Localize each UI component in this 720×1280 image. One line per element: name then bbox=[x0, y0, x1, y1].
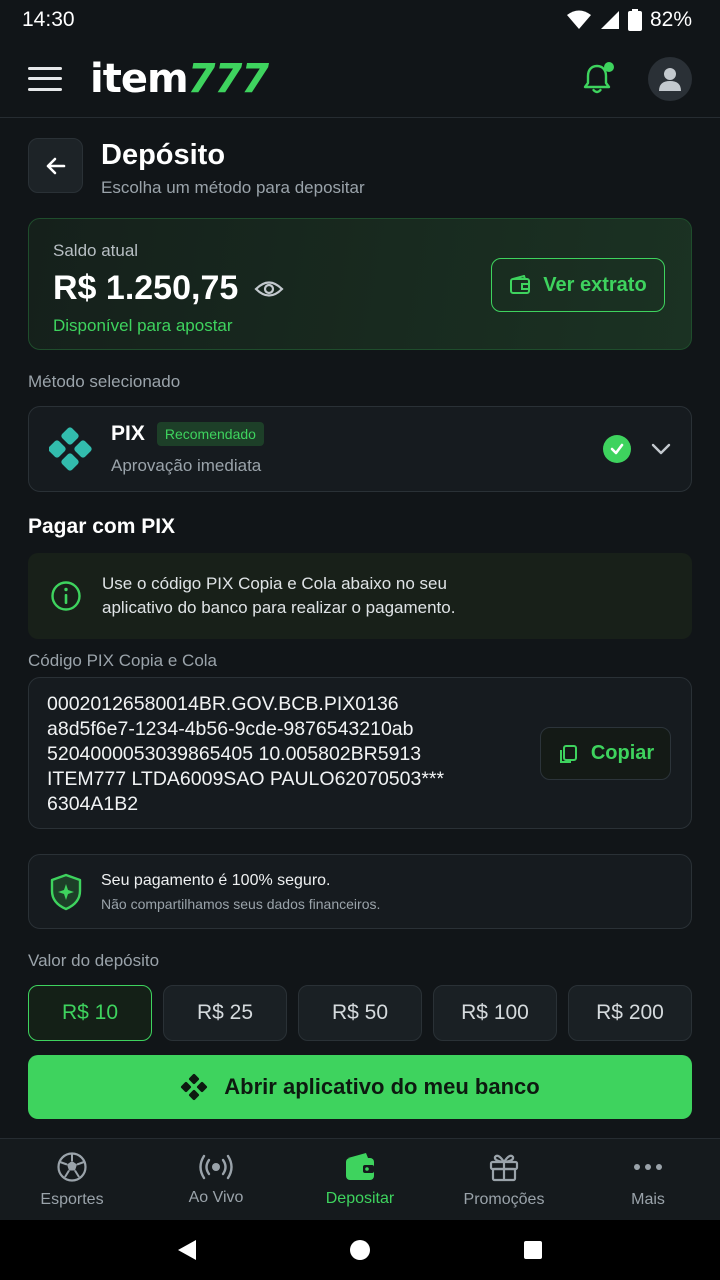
status-bar: 14:30 82% bbox=[0, 0, 720, 40]
pix-code-line: 5204000053039865405 10.005802BR5913 bbox=[47, 743, 422, 765]
amount-section-label: Valor do depósito bbox=[28, 951, 160, 970]
wifi-icon bbox=[566, 10, 591, 29]
avatar[interactable] bbox=[648, 56, 692, 101]
secure-notice: Seu pagamento é 100% seguro. Não compart… bbox=[28, 854, 692, 929]
pix-info-text: Use o código PIX Copia e Cola abaixo no … bbox=[102, 574, 456, 617]
page-title: Depósito bbox=[101, 139, 226, 171]
amount-option-25[interactable]: R$ 25 bbox=[163, 985, 287, 1041]
wallet-icon bbox=[346, 1152, 374, 1180]
wallet-icon bbox=[510, 275, 531, 294]
copy-button[interactable]: Copiar bbox=[540, 727, 671, 780]
notification-dot bbox=[604, 61, 614, 72]
method-name: PIX bbox=[111, 422, 145, 445]
pix-code[interactable]: 00020126580014BR.GOV.BCB.PIX0136 a8d5f6e… bbox=[47, 692, 507, 817]
copy-label: Copiar bbox=[590, 742, 655, 764]
more-dots-icon bbox=[634, 1163, 662, 1170]
method-subtitle: Aprovação imediata bbox=[111, 456, 262, 475]
bottom-nav: Esportes Ao Vivo Depositar Promoções Mai… bbox=[0, 1138, 720, 1220]
user-icon bbox=[659, 67, 681, 91]
menu-button[interactable] bbox=[28, 66, 62, 91]
nav-item-depositar[interactable]: Depositar bbox=[288, 1139, 432, 1220]
nav-item-ao-vivo[interactable]: Ao Vivo bbox=[144, 1139, 288, 1220]
signal-icon bbox=[600, 11, 619, 29]
page-head: Depósito Escolha um método para deposita… bbox=[28, 138, 365, 198]
open-bank-app-button[interactable]: Abrir aplicativo do meu banco bbox=[28, 1055, 692, 1119]
balance-available: Disponível para apostar bbox=[53, 316, 233, 335]
system-nav-bar bbox=[0, 1220, 720, 1280]
nav-label: Mais bbox=[631, 1190, 665, 1208]
page-subtitle: Escolha um método para depositar bbox=[101, 178, 365, 197]
payment-method-select[interactable]: PIX Recomendado Aprovação imediata bbox=[28, 406, 692, 492]
nav-item-promocoes[interactable]: Promoções bbox=[432, 1139, 576, 1220]
amount-option-200[interactable]: R$ 200 bbox=[568, 985, 692, 1041]
nav-label: Esportes bbox=[40, 1190, 104, 1208]
status-icons: 82% bbox=[566, 8, 692, 32]
back-triangle-icon[interactable] bbox=[176, 1238, 198, 1262]
amount-options: R$ 10 R$ 25 R$ 50 R$ 100 R$ 200 bbox=[28, 985, 692, 1041]
pix-code-line: ITEM777 LTDA6009SAO PAULO62070503*** bbox=[47, 768, 445, 790]
method-info: PIX Recomendado Aprovação imediata bbox=[111, 422, 264, 476]
copy-icon bbox=[559, 744, 577, 763]
recommended-badge: Recomendado bbox=[156, 422, 264, 446]
method-top: PIX Recomendado bbox=[111, 422, 264, 446]
secure-subtitle: Não compartilhamos seus dados financeiro… bbox=[101, 895, 381, 912]
nav-label: Ao Vivo bbox=[188, 1188, 244, 1206]
soccer-ball-icon bbox=[57, 1151, 87, 1182]
pix-code-line: 00020126580014BR.GOV.BCB.PIX0136 bbox=[47, 693, 399, 715]
method-right bbox=[603, 435, 671, 463]
nav-label: Promoções bbox=[463, 1190, 545, 1208]
arrow-left-icon bbox=[46, 157, 65, 174]
checkmark-glyph bbox=[610, 443, 624, 455]
logo-text: item bbox=[90, 55, 189, 102]
info-icon bbox=[51, 581, 81, 611]
pix-code-label: Código PIX Copia e Cola bbox=[28, 651, 218, 670]
nav-label: Depositar bbox=[325, 1189, 395, 1207]
logo[interactable]: item777 bbox=[90, 55, 269, 102]
method-section-label: Método selecionado bbox=[28, 372, 181, 391]
view-statement-label: Ver extrato bbox=[543, 273, 647, 296]
pix-code-card: 00020126580014BR.GOV.BCB.PIX0136 a8d5f6e… bbox=[28, 677, 692, 829]
page-titles: Depósito Escolha um método para deposita… bbox=[101, 138, 365, 198]
secure-text: Seu pagamento é 100% seguro. Não compart… bbox=[101, 872, 380, 912]
check-icon bbox=[603, 435, 631, 463]
menu-icon bbox=[28, 66, 62, 70]
app-header: item777 bbox=[0, 40, 720, 118]
live-broadcast-icon bbox=[199, 1154, 233, 1179]
pix-section-title: Pagar com PIX bbox=[28, 515, 176, 538]
battery-icon bbox=[627, 9, 642, 31]
battery-percent: 82% bbox=[649, 8, 692, 31]
pix-icon bbox=[181, 1073, 208, 1101]
menu-icon-line bbox=[28, 87, 62, 91]
logo-number: 777 bbox=[187, 55, 269, 102]
gift-icon bbox=[489, 1154, 519, 1181]
view-statement-button[interactable]: Ver extrato bbox=[491, 258, 665, 312]
chevron-down-icon[interactable] bbox=[651, 443, 671, 455]
menu-icon-line bbox=[28, 77, 62, 80]
amount-option-10[interactable]: R$ 10 bbox=[28, 985, 152, 1041]
back-button[interactable] bbox=[28, 138, 83, 193]
recents-square-icon[interactable] bbox=[522, 1239, 544, 1261]
secure-title: Seu pagamento é 100% seguro. bbox=[101, 871, 331, 889]
eye-icon[interactable] bbox=[254, 279, 284, 299]
nav-item-mais[interactable]: Mais bbox=[576, 1139, 720, 1220]
amount-option-100[interactable]: R$ 100 bbox=[433, 985, 557, 1041]
pix-info-box: Use o código PIX Copia e Cola abaixo no … bbox=[28, 553, 692, 639]
home-circle-icon[interactable] bbox=[349, 1239, 371, 1261]
balance-value: R$ 1.250,75 bbox=[53, 269, 239, 307]
nav-item-esportes[interactable]: Esportes bbox=[0, 1139, 144, 1220]
pix-code-line: 6304A1B2 bbox=[47, 793, 139, 815]
header-actions bbox=[580, 56, 692, 101]
pix-code-line: a8d5f6e7-1234-4b56-9cde-9876543210ab bbox=[47, 718, 414, 740]
shield-icon bbox=[50, 873, 82, 910]
amount-option-50[interactable]: R$ 50 bbox=[298, 985, 422, 1041]
balance-card: Saldo atual R$ 1.250,75 Disponível para … bbox=[28, 218, 692, 350]
open-bank-app-label: Abrir aplicativo do meu banco bbox=[224, 1074, 540, 1099]
status-time: 14:30 bbox=[22, 8, 75, 31]
pix-icon bbox=[49, 427, 92, 471]
notifications-button[interactable] bbox=[580, 61, 614, 96]
